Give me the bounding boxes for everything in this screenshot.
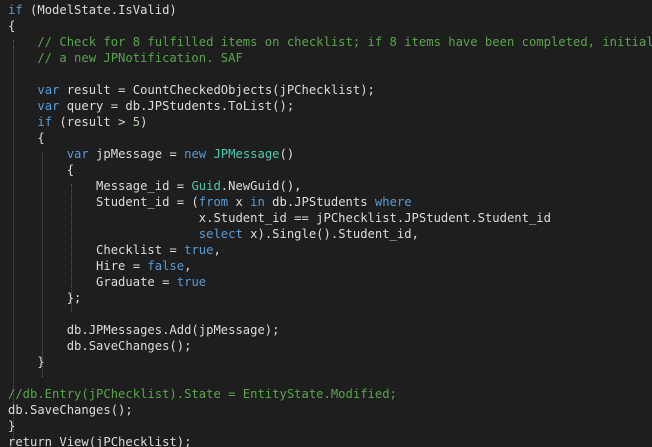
code-token: select: [198, 227, 243, 241]
code-token: db.SaveChanges();: [8, 339, 192, 353]
code-token: .NewGuid(),: [220, 179, 302, 193]
code-token: db.JPMessages.Add(jpMessage);: [8, 323, 280, 337]
code-token: Student_id = (: [8, 195, 199, 209]
code-token: 5: [132, 115, 141, 129]
code-token: ): [140, 115, 148, 129]
code-line[interactable]: select x).Single().Student_id,: [8, 226, 419, 242]
code-token: (result >: [52, 115, 133, 129]
code-token: var: [37, 83, 60, 97]
code-token: var: [37, 99, 60, 113]
code-line[interactable]: var query = db.JPStudents.ToList();: [8, 98, 294, 114]
code-line[interactable]: return View(jPChecklist);: [8, 434, 191, 447]
code-line[interactable]: Message_id = Guid.NewGuid(),: [8, 178, 302, 194]
code-line[interactable]: {: [8, 18, 15, 34]
code-token: // Check for 8 fulfilled items on checkl…: [8, 35, 652, 49]
code-line[interactable]: Student_id = (from x in db.JPStudents wh…: [8, 194, 412, 210]
code-line[interactable]: x.Student_id == jPChecklist.JPStudent.St…: [8, 210, 551, 226]
code-token: }: [8, 355, 45, 369]
code-token: ,: [213, 243, 221, 257]
code-token: x: [228, 195, 251, 209]
code-token: Graduate =: [8, 275, 177, 289]
code-token: (ModelState.IsValid): [22, 3, 177, 17]
code-editor[interactable]: if (ModelState.IsValid){ // Check for 8 …: [0, 0, 652, 447]
code-token: {: [8, 163, 75, 177]
code-token: from: [198, 195, 229, 209]
code-token: x.Student_id == jPChecklist.JPStudent.St…: [8, 211, 551, 225]
code-token: Checklist =: [8, 243, 185, 257]
code-token: db.SaveChanges();: [8, 403, 133, 417]
code-line[interactable]: Graduate = true: [8, 274, 206, 290]
code-token: jpMessage =: [88, 147, 185, 161]
code-token: if: [37, 115, 53, 129]
code-token: var: [66, 147, 89, 161]
code-token: db.JPStudents: [264, 195, 375, 209]
code-token: ,: [184, 259, 192, 273]
code-token: return View(jPChecklist);: [8, 435, 192, 447]
code-token: where: [374, 195, 412, 209]
code-token: if: [8, 3, 23, 17]
code-line[interactable]: db.JPMessages.Add(jpMessage);: [8, 322, 280, 338]
code-token: query = db.JPStudents.ToList();: [59, 99, 295, 113]
code-token: JPMessage: [213, 147, 280, 161]
code-line[interactable]: };: [8, 290, 82, 306]
code-line[interactable]: var result = CountCheckedObjects(jPCheck…: [8, 82, 375, 98]
code-token: {: [8, 131, 45, 145]
code-token: Guid: [191, 179, 221, 193]
code-token: true: [176, 275, 207, 289]
code-line[interactable]: }: [8, 418, 15, 434]
code-line[interactable]: // a new JPNotification. SAF: [8, 50, 243, 66]
code-token: // a new JPNotification. SAF: [8, 51, 243, 65]
code-token: in: [250, 195, 265, 209]
code-line[interactable]: db.SaveChanges();: [8, 338, 192, 354]
code-line[interactable]: Hire = false,: [8, 258, 191, 274]
code-line[interactable]: db.SaveChanges();: [8, 402, 133, 418]
code-line[interactable]: {: [8, 162, 74, 178]
code-token: (): [279, 147, 295, 161]
code-line[interactable]: }: [8, 354, 45, 370]
code-token: Message_id =: [8, 179, 192, 193]
code-token: true: [184, 243, 214, 257]
code-token: };: [8, 291, 82, 305]
code-token: {: [8, 19, 16, 33]
code-line[interactable]: {: [8, 130, 45, 146]
code-line[interactable]: // Check for 8 fulfilled items on checkl…: [8, 34, 652, 50]
code-token: x).Single().Student_id,: [242, 227, 419, 241]
code-token: result = CountCheckedObjects(jPChecklist…: [59, 83, 375, 97]
code-token: //db.Entry(jPChecklist).State = EntitySt…: [8, 387, 397, 401]
code-line[interactable]: var jpMessage = new JPMessage(): [8, 146, 295, 162]
code-line[interactable]: if (ModelState.IsValid): [8, 2, 177, 18]
code-line[interactable]: Checklist = true,: [8, 242, 221, 258]
code-token: false: [147, 259, 185, 273]
code-token: Hire =: [8, 259, 148, 273]
code-token: }: [8, 419, 16, 433]
code-line[interactable]: //db.Entry(jPChecklist).State = EntitySt…: [8, 386, 397, 402]
code-token: new: [184, 147, 207, 161]
code-line[interactable]: if (result > 5): [8, 114, 147, 130]
